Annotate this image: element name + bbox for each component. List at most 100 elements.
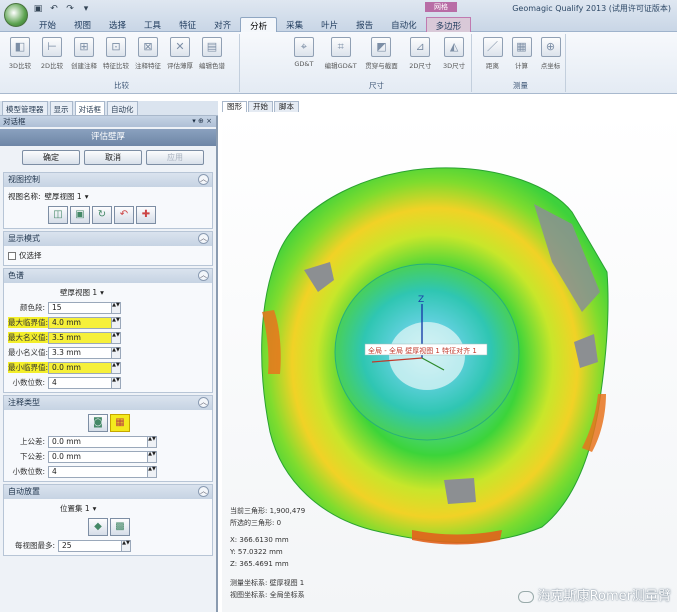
app-logo-icon[interactable] <box>4 3 28 27</box>
feature-compare-button[interactable]: ⊡ 特征比较 <box>100 34 132 78</box>
3d-dimension-button[interactable]: ◭ 3D尺寸 <box>437 34 471 78</box>
stepper-icon[interactable]: ▲▼ <box>112 376 121 389</box>
section-icon: ◩ <box>371 37 392 57</box>
calculate-button[interactable]: ▦ 计算 <box>507 34 536 78</box>
cancel-button[interactable]: 取消 <box>84 150 142 165</box>
view-name-select[interactable]: 壁厚视图 1 ▾ <box>45 191 89 203</box>
tab-automation-panel[interactable]: 自动化 <box>107 101 138 115</box>
ribbon-group-compare: ◧ 3D比较 ⊢ 2D比较 ⊞ 创建注释 ⊡ 特征比较 ⊠ 注释特征 ✕ 评估薄厚 ▤ 编辑色… <box>4 34 240 92</box>
tab-tools[interactable]: 工具 <box>135 17 170 32</box>
ok-button[interactable]: 确定 <box>22 150 80 165</box>
tab-dialog[interactable]: 对话框 <box>74 101 105 115</box>
tab-graphics[interactable]: 图形 <box>222 101 247 112</box>
stepper-icon[interactable]: ▲▼ <box>148 465 157 478</box>
refresh-view-icon[interactable]: ↻ <box>92 206 112 224</box>
annotation-point-icon[interactable]: ◙ <box>88 414 108 432</box>
collapse-icon[interactable]: ︿ <box>198 233 209 244</box>
selection-only-checkbox[interactable] <box>8 251 16 260</box>
stepper-icon[interactable]: ▲▼ <box>148 435 157 448</box>
2d-dimension-button[interactable]: ⊿ 2D尺寸 <box>403 34 437 78</box>
tab-view[interactable]: 视图 <box>65 17 100 32</box>
color-spectrum-header[interactable]: 色谱 ︿ <box>4 269 212 283</box>
annotate-feature-icon: ⊠ <box>138 37 158 57</box>
point-coordinate-button[interactable]: ⊕ 点坐标 <box>536 34 565 78</box>
gdt-button[interactable]: ⌖ GD&T <box>286 34 322 78</box>
stepper-icon[interactable]: ▲▼ <box>112 301 121 314</box>
annotation-type-header[interactable]: 注释类型 ︿ <box>4 396 212 410</box>
thickness-color-map[interactable]: Z 全局 - 全局 壁厚视图 1 特征对齐 1 <box>222 112 677 612</box>
2d-dimension-icon: ⊿ <box>410 37 431 57</box>
evaluate-thickness-button[interactable]: ✕ 评估薄厚 <box>164 34 196 78</box>
tab-view-start[interactable]: 开始 <box>248 101 273 112</box>
tab-align[interactable]: 对齐 <box>205 17 240 32</box>
stepper-icon[interactable]: ▲▼ <box>112 331 121 344</box>
undo-icon[interactable]: ↶ <box>48 4 60 14</box>
min-nominal-input[interactable]: 3.3 mm <box>48 346 112 359</box>
distance-button[interactable]: ／距离 <box>478 34 507 78</box>
decimals-input[interactable]: 4 <box>48 376 112 389</box>
auto-place-header[interactable]: 自动放置 ︿ <box>4 485 212 499</box>
section-button[interactable]: ◩ 贯穿与截面 <box>360 34 404 78</box>
collapse-icon[interactable]: ︿ <box>198 174 209 185</box>
color-segments-label: 颜色段: <box>19 303 45 312</box>
upper-tolerance-input[interactable]: 0.0 mm <box>48 435 148 448</box>
tab-capture[interactable]: 采集 <box>277 17 312 32</box>
collapse-icon[interactable]: ︿ <box>198 270 209 281</box>
delete-view-icon[interactable]: ✚ <box>136 206 156 224</box>
view-control-header[interactable]: 视图控制 ︿ <box>4 173 212 187</box>
apply-button[interactable]: 应用 <box>146 150 204 165</box>
max-critical-input[interactable]: 4.0 mm <box>48 316 112 329</box>
stepper-icon[interactable]: ▲▼ <box>122 539 131 552</box>
edit-gdt-icon: ⌗ <box>330 37 351 57</box>
color-segments-input[interactable]: 15 <box>48 301 112 314</box>
annotation-box-icon[interactable]: ▦ <box>110 414 130 432</box>
max-per-view-input[interactable]: 25 <box>58 539 122 552</box>
save-view-icon[interactable]: ▣ <box>70 206 90 224</box>
place-grid-icon[interactable]: ▩ <box>110 518 130 536</box>
view-tabs: 图形 开始 脚本 <box>222 101 300 112</box>
spectrum-select[interactable]: 壁厚视图 1 ▾ <box>60 287 104 299</box>
x-coordinate: X: 366.6130 mm <box>230 536 289 544</box>
tab-polygon[interactable]: 多边形 <box>425 17 472 32</box>
save-icon[interactable]: ▣ <box>32 4 44 14</box>
stepper-icon[interactable]: ▲▼ <box>112 346 121 359</box>
tab-features[interactable]: 特征 <box>170 17 205 32</box>
min-critical-input[interactable]: 0.0 mm <box>48 361 112 374</box>
tab-display[interactable]: 显示 <box>49 101 73 115</box>
tab-start[interactable]: 开始 <box>30 17 65 32</box>
undo-view-icon[interactable]: ↶ <box>114 206 134 224</box>
pin-icon[interactable]: ▾ ⊕ × <box>192 116 212 127</box>
edit-spectrum-button[interactable]: ▤ 编辑色谱 <box>196 34 228 78</box>
position-set-select[interactable]: 位置集 1 ▾ <box>60 503 96 515</box>
tab-script[interactable]: 脚本 <box>274 101 299 112</box>
tab-report[interactable]: 报告 <box>347 17 382 32</box>
stepper-icon[interactable]: ▲▼ <box>148 450 157 463</box>
tab-analysis[interactable]: 分析 <box>240 17 278 32</box>
create-annotation-button[interactable]: ⊞ 创建注释 <box>68 34 100 78</box>
min-nominal-label: 最小名义值: <box>8 348 49 357</box>
tab-select[interactable]: 选择 <box>100 17 135 32</box>
3d-compare-button[interactable]: ◧ 3D比较 <box>4 34 36 78</box>
annotate-feature-button[interactable]: ⊠ 注释特征 <box>132 34 164 78</box>
2d-compare-button[interactable]: ⊢ 2D比较 <box>36 34 68 78</box>
wechat-icon <box>517 590 534 603</box>
auto-place-icon[interactable]: ◆ <box>88 518 108 536</box>
tab-blade[interactable]: 叶片 <box>312 17 347 32</box>
annotation-decimals-input[interactable]: 4 <box>48 465 148 478</box>
redo-icon[interactable]: ↷ <box>64 4 76 14</box>
collapse-icon[interactable]: ︿ <box>198 486 209 497</box>
dropdown-icon[interactable]: ▾ <box>80 4 92 14</box>
collapse-icon[interactable]: ︿ <box>198 397 209 408</box>
edit-gdt-button[interactable]: ⌗ 编辑GD&T <box>322 34 360 78</box>
graphics-viewport[interactable]: Z 全局 - 全局 壁厚视图 1 特征对齐 1 当前三角形: 1,900,479… <box>222 112 677 612</box>
lower-tolerance-input[interactable]: 0.0 mm <box>48 450 148 463</box>
stepper-icon[interactable]: ▲▼ <box>112 316 121 329</box>
tab-model-manager[interactable]: 模型管理器 <box>2 101 48 115</box>
stepper-icon[interactable]: ▲▼ <box>112 361 121 374</box>
new-view-icon[interactable]: ◫ <box>48 206 68 224</box>
crosshair-icon: ⊕ <box>540 37 561 57</box>
tab-automation[interactable]: 自动化 <box>382 17 426 32</box>
display-mode-header[interactable]: 显示模式 ︿ <box>4 232 212 246</box>
max-nominal-input[interactable]: 3.5 mm <box>48 331 112 344</box>
y-coordinate: Y: 57.0322 mm <box>230 548 283 556</box>
